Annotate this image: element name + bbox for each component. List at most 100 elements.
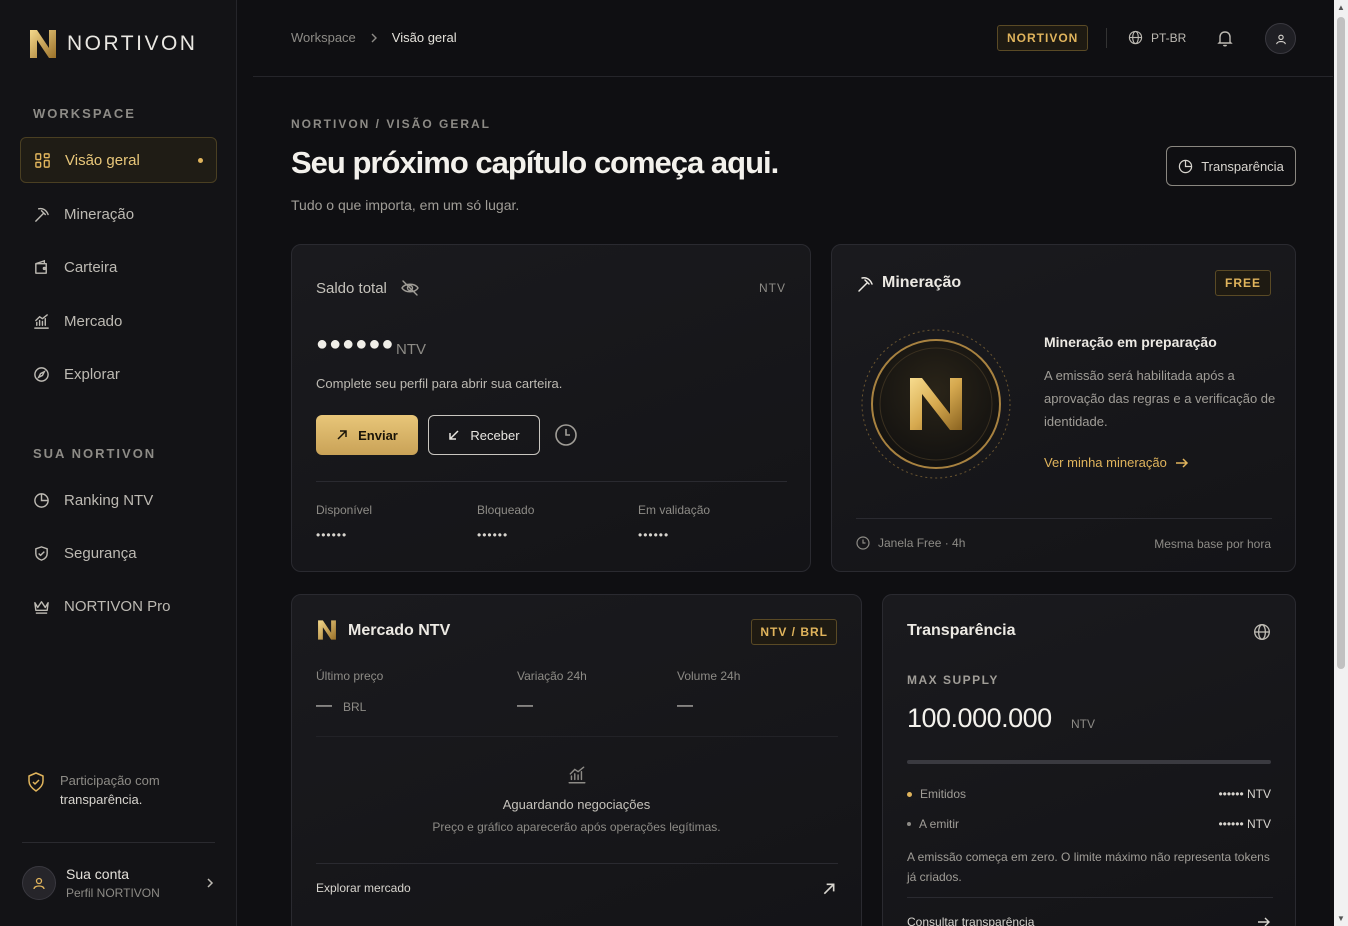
sidebar-item-label: Segurança <box>64 544 137 562</box>
chevron-right-icon <box>371 33 377 42</box>
history-button[interactable] <box>554 423 578 452</box>
chart-icon <box>34 313 49 329</box>
plan-badge: FREE <box>1214 270 1271 296</box>
divider <box>907 897 1273 898</box>
avatar <box>22 866 56 900</box>
globe-icon <box>1128 30 1143 45</box>
receive-button[interactable]: Receber <box>428 415 540 455</box>
scroll-up-icon[interactable]: ▲ <box>1337 3 1345 12</box>
waiting-subtitle: Preço e gráfico aparecerão após operaçõe… <box>432 820 721 834</box>
pending-label: A emitir <box>919 817 960 831</box>
volume-value: — <box>677 697 693 714</box>
breadcrumb-root[interactable]: Workspace <box>291 30 356 45</box>
arrow-up-right-icon <box>337 430 347 440</box>
issued-dot <box>907 791 912 797</box>
user-menu-button[interactable] <box>1265 23 1296 54</box>
shield-check-icon <box>28 772 44 792</box>
mining-status-heading: Mineração em preparação <box>1044 334 1217 350</box>
sidebar-item-label: Mineração <box>64 205 135 223</box>
arrow-right-icon <box>1175 457 1188 468</box>
scroll-down-icon[interactable]: ▼ <box>1337 914 1345 923</box>
topbar-separator <box>1106 28 1107 48</box>
view-mining-link[interactable]: Ver minha mineração <box>1044 455 1189 470</box>
send-label: Enviar <box>358 427 398 443</box>
pickaxe-icon <box>856 275 874 298</box>
arrow-right-icon[interactable] <box>1257 915 1271 926</box>
sidebar-item-label: Explorar <box>64 365 120 383</box>
send-button[interactable]: Enviar <box>316 415 418 455</box>
explore-market-link[interactable]: Explorar mercado <box>316 881 411 895</box>
sidebar-item-ranking[interactable]: Ranking NTV <box>20 477 217 523</box>
max-supply-label: MAX SUPPLY <box>907 673 999 687</box>
sidebar-item-label: Visão geral <box>65 151 140 169</box>
transparency-button-label: Transparência <box>1201 158 1284 174</box>
sidebar-item-security[interactable]: Segurança <box>20 530 217 576</box>
nortivon-logo-icon <box>30 30 56 58</box>
page-kicker: NORTIVON / VISÃO GERAL <box>291 117 492 131</box>
pending-value: •••••• NTV <box>1218 817 1271 831</box>
account-sub: Perfil NORTIVON <box>66 886 160 900</box>
active-indicator <box>198 157 203 163</box>
page-title: Seu próximo capítulo começa aqui. <box>291 145 779 180</box>
waiting-title: Aguardando negociações <box>502 797 651 812</box>
notifications-button[interactable] <box>1216 28 1234 53</box>
eye-off-icon <box>401 280 419 296</box>
note-line-2: transparência. <box>60 792 143 807</box>
clock-icon <box>856 536 870 550</box>
sidebar-item-market[interactable]: Mercado <box>20 298 217 344</box>
language-selector[interactable]: PT-BR <box>1128 30 1186 45</box>
topbar: Workspace Visão geral NORTIVON PT-BR <box>253 0 1333 77</box>
sidebar-item-mining[interactable]: Mineração <box>20 191 217 237</box>
divider <box>856 518 1272 519</box>
pie-icon <box>34 492 49 508</box>
sidebar-item-pro[interactable]: NORTIVON Pro <box>20 583 217 629</box>
user-icon <box>33 877 45 890</box>
brand-logo[interactable]: NORTIVON <box>27 28 197 60</box>
balance-label: Saldo total <box>316 280 387 297</box>
breadcrumb: Workspace Visão geral <box>291 30 457 45</box>
transparency-card: Transparência MAX SUPPLY 100.000.000 NTV… <box>882 594 1296 926</box>
sidebar-item-label: Carteira <box>64 258 118 276</box>
section-label-yours: SUA NORTIVON <box>33 446 157 461</box>
sidebar-item-overview[interactable]: Visão geral <box>20 137 217 183</box>
stat-validation-label: Em validação <box>638 503 711 517</box>
account-menu[interactable]: Sua conta Perfil NORTIVON <box>22 866 215 900</box>
scrollbar-thumb[interactable] <box>1337 17 1345 669</box>
chart-icon <box>566 765 588 790</box>
sidebar: NORTIVON WORKSPACE Visão geral Mineração… <box>0 0 237 926</box>
mining-title: Mineração <box>882 274 962 291</box>
mining-base-note: Mesma base por hora <box>1154 537 1271 551</box>
section-label-workspace: WORKSPACE <box>33 106 136 121</box>
stat-blocked-value: •••••• <box>477 528 509 542</box>
sidebar-item-explore[interactable]: Explorar <box>20 351 217 397</box>
consult-transparency-link[interactable]: Consultar transparência <box>907 915 1034 926</box>
arrow-up-right-icon[interactable] <box>822 882 836 901</box>
transparency-button[interactable]: Transparência <box>1166 146 1296 186</box>
pending-dot <box>907 822 911 826</box>
globe-icon[interactable] <box>1253 623 1271 646</box>
view-mining-label: Ver minha mineração <box>1044 455 1167 470</box>
profile-message: Complete seu perfil para abrir sua carte… <box>316 376 563 391</box>
sidebar-divider <box>22 842 215 843</box>
toggle-visibility-button[interactable] <box>400 279 420 302</box>
brand-name: NORTIVON <box>67 32 198 55</box>
scrollbar[interactable]: ▲ ▼ <box>1334 0 1348 926</box>
dashboard-icon <box>35 152 50 168</box>
stat-blocked-label: Bloqueado <box>477 503 535 517</box>
max-supply-value: 100.000.000 <box>907 703 1052 733</box>
sidebar-item-wallet[interactable]: Carteira <box>20 244 217 290</box>
chevron-right-icon <box>207 878 214 888</box>
currency-tag: NTV <box>759 281 786 295</box>
page-subtitle: Tudo o que importa, em um só lugar. <box>291 197 520 213</box>
mining-description: A emissão será habilitada após a aprovaç… <box>1044 368 1276 429</box>
nortivon-logo-icon <box>316 619 338 646</box>
mining-window-label: Janela Free · 4h <box>878 536 966 550</box>
divider <box>316 863 838 864</box>
pickaxe-icon <box>35 207 49 222</box>
compass-icon <box>34 366 49 382</box>
transparency-title: Transparência <box>907 622 1016 639</box>
balance-card: Saldo total NTV ●●●●●● NTV Complete seu … <box>291 244 811 572</box>
stat-available-value: •••••• <box>316 528 348 542</box>
account-name: Sua conta <box>66 866 130 882</box>
last-price-value: — <box>316 697 332 714</box>
